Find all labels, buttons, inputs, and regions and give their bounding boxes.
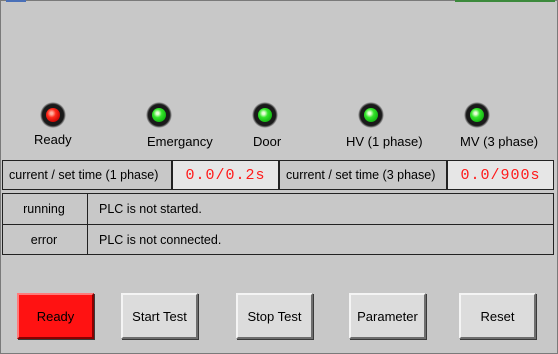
- stop-test-button[interactable]: Stop Test: [236, 293, 313, 339]
- error-value: PLC is not connected.: [99, 233, 222, 247]
- three-phase-time-label: current / set time (3 phase): [279, 160, 447, 190]
- ready-indicator-label: Ready: [34, 132, 72, 147]
- one-phase-time-value: 0.0/0.2s: [172, 160, 279, 190]
- hv-indicator-label: HV (1 phase): [346, 134, 423, 149]
- mv-indicator-label: MV (3 phase): [460, 134, 539, 149]
- running-value: PLC is not started.: [99, 202, 202, 216]
- status-table: running PLC is not started. error PLC is…: [2, 193, 554, 255]
- one-phase-time-label: current / set time (1 phase): [2, 160, 172, 190]
- ready-indicator-lamp: [40, 102, 66, 128]
- start-test-button[interactable]: Start Test: [121, 293, 198, 339]
- running-label: running: [23, 202, 65, 216]
- three-phase-time-value: 0.0/900s: [447, 160, 554, 190]
- error-label: error: [30, 233, 58, 247]
- door-indicator-lamp: [252, 102, 278, 128]
- ready-button[interactable]: Ready: [17, 293, 94, 339]
- reset-button[interactable]: Reset: [459, 293, 536, 339]
- running-row: running PLC is not started.: [3, 194, 553, 225]
- hv-indicator-lamp: [358, 102, 384, 128]
- top-border-marks: [0, 0, 558, 4]
- emergency-indicator-lamp: [146, 102, 172, 128]
- emergency-indicator-label: Emergancy: [147, 134, 213, 149]
- parameter-button[interactable]: Parameter: [349, 293, 426, 339]
- door-indicator-label: Door: [253, 134, 282, 149]
- mv-indicator-lamp: [464, 102, 490, 128]
- error-row: error PLC is not connected.: [3, 225, 553, 255]
